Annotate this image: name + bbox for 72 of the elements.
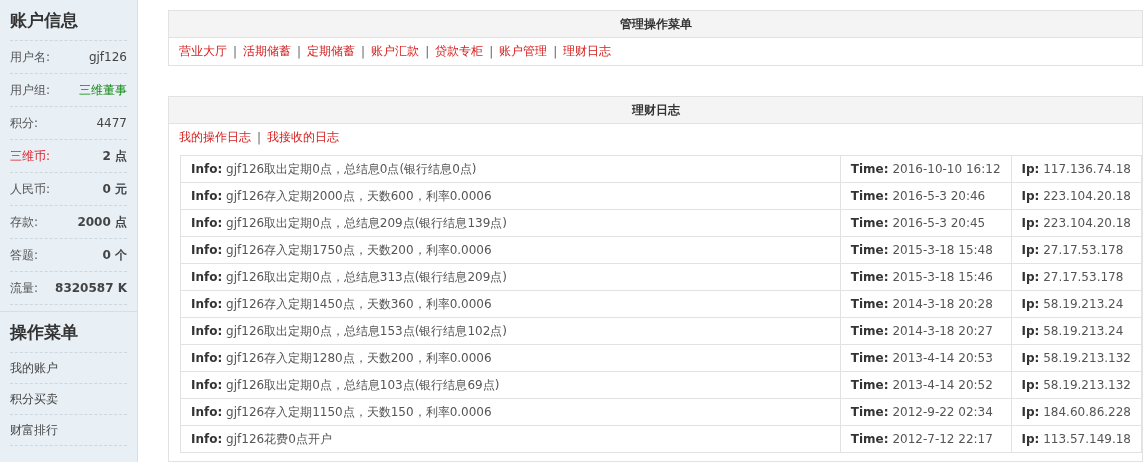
info-cell: Info: gjf126存入定期1150点，天数150，利率0.0006 [180,398,841,426]
ip-cell: Ip: 184.60.86.228 [1011,398,1142,426]
separator: | [553,44,558,59]
field-value: 三维董事 [79,81,127,99]
info-cell: Info: gjf126取出定期0点，总结息313点(银行结息209点) [180,263,841,291]
ip-cell: Ip: 117.136.74.18 [1011,155,1142,183]
info-cell: Info: gjf126取出定期0点，总结息103点(银行结息69点) [180,371,841,399]
nav-link[interactable]: 贷款专柜 [435,43,484,60]
field-label: 人民币: [10,180,51,198]
nav-link[interactable]: 活期储蓄 [243,43,292,60]
panel-title: 管理操作菜单 [169,11,1142,38]
time-cell: Time: 2016-10-10 16:12 [840,155,1011,183]
field-label: 用户名: [10,48,51,66]
nav-link[interactable]: 定期储蓄 [307,43,356,60]
field-label: 存款: [10,213,39,231]
field-value: 4477 [96,116,127,130]
field-value: 2 点 [102,147,127,165]
separator: | [489,44,494,59]
ip-cell: Ip: 27.17.53.178 [1011,263,1142,291]
separator: | [257,130,262,145]
nav-link[interactable]: 账户管理 [499,43,548,60]
time-cell: Time: 2016-5-3 20:46 [840,182,1011,210]
info-cell: Info: gjf126存入定期1280点，天数200，利率0.0006 [180,344,841,372]
sidebar-menu-item[interactable]: 我的账户 [10,353,127,384]
field-value: 0 元 [102,180,127,198]
log-link[interactable]: 我的操作日志 [179,129,251,146]
time-cell: Time: 2013-4-14 20:53 [840,344,1011,372]
field-label: 积分: [10,114,39,132]
field-label: 用户组: [10,81,51,99]
time-cell: Time: 2012-7-12 22:17 [840,425,1011,453]
ip-cell: Ip: 223.104.20.18 [1011,209,1142,237]
field-value: 0 个 [102,246,127,264]
field-label: 答题: [10,246,39,264]
sidebar-menu-item[interactable]: 财富排行 [10,415,127,446]
info-cell: Info: gjf126取出定期0点，总结息153点(银行结息102点) [180,317,841,345]
nav-link[interactable]: 营业大厅 [179,43,227,60]
ip-cell: Ip: 27.17.53.178 [1011,236,1142,264]
sidebar-title: 账户信息 [10,0,127,41]
nav-link[interactable]: 账户汇款 [371,43,420,60]
info-cell: Info: gjf126花费0点开户 [180,425,841,453]
info-cell: Info: gjf126取出定期0点，总结息0点(银行结息0点) [180,155,841,183]
time-cell: Time: 2015-3-18 15:46 [840,263,1011,291]
panel-title: 理财日志 [169,97,1142,124]
time-cell: Time: 2012-9-22 02:34 [840,398,1011,426]
sidebar-title: 操作菜单 [10,312,127,353]
field-value: 8320587 K [55,281,127,295]
ip-cell: Ip: 58.19.213.132 [1011,344,1142,372]
separator: | [233,44,238,59]
time-cell: Time: 2015-3-18 15:48 [840,236,1011,264]
ip-cell: Ip: 113.57.149.18 [1011,425,1142,453]
field-label: 三维币: [10,147,51,165]
ip-cell: Ip: 58.19.213.24 [1011,317,1142,345]
info-cell: Info: gjf126存入定期1450点，天数360，利率0.0006 [180,290,841,318]
info-cell: Info: gjf126存入定期2000点，天数600，利率0.0006 [180,182,841,210]
time-cell: Time: 2014-3-18 20:28 [840,290,1011,318]
nav-link[interactable]: 理财日志 [563,43,612,60]
info-cell: Info: gjf126存入定期1750点，天数200，利率0.0006 [180,236,841,264]
sidebar-menu-item[interactable]: 积分买卖 [10,384,127,415]
ip-cell: Ip: 223.104.20.18 [1011,182,1142,210]
info-cell: Info: gjf126取出定期0点，总结息209点(银行结息139点) [180,209,841,237]
field-value: 2000 点 [77,213,127,231]
field-value: gjf126 [88,50,127,64]
time-cell: Time: 2014-3-18 20:27 [840,317,1011,345]
separator: | [361,44,366,59]
time-cell: Time: 2016-5-3 20:45 [840,209,1011,237]
ip-cell: Ip: 58.19.213.24 [1011,290,1142,318]
time-cell: Time: 2013-4-14 20:52 [840,371,1011,399]
log-link[interactable]: 我接收的日志 [267,129,340,146]
separator: | [297,44,302,59]
separator: | [425,44,430,59]
ip-cell: Ip: 58.19.213.132 [1011,371,1142,399]
field-label: 流量: [10,279,39,297]
